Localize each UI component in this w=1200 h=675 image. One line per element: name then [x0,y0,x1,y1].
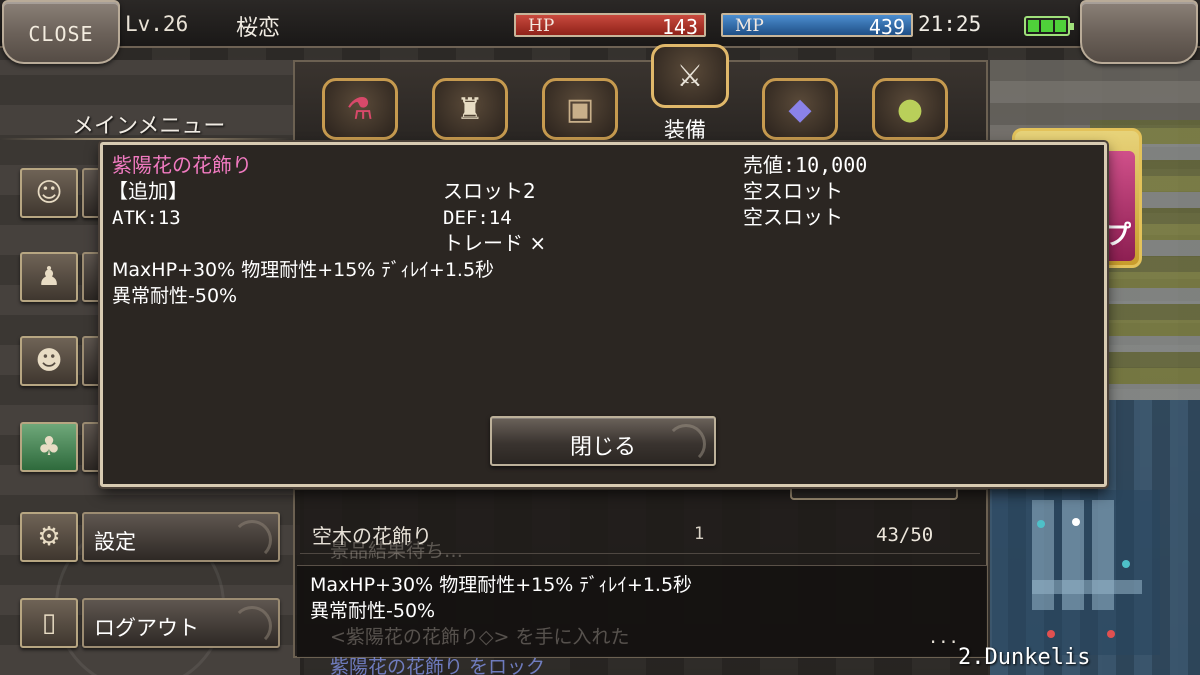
battery-full-icon [1024,16,1074,36]
potion-icon: ⚗ [346,91,374,127]
map-location-name: 2.Dunkelis [958,645,1091,670]
chat-line: 紫陽花の花飾り をロック [330,656,546,675]
settings-button[interactable]: 設定 [82,512,280,562]
item-bag-icon: ♟ [20,252,78,302]
door-icon: ▯ [20,598,78,648]
status-bar: Lv.26 桜恋 HP 143 MP 439 21:25 [0,0,1200,48]
npc-marker-icon [1037,520,1045,528]
chat-line: <紫陽花の花飾り◇> を手に入れた [330,626,630,648]
menu-divider [0,138,290,140]
item-effects-2: 異常耐性-50% [112,285,238,307]
character-icon: ☺ [20,168,78,218]
tab-chest[interactable]: ▣ [542,78,618,140]
menu-item-logout[interactable]: ▯ ログアウト [20,598,282,648]
hp-bar: HP 143 [514,13,706,39]
event-badge-text: プ [1104,221,1131,251]
minimap[interactable] [992,490,1160,655]
hidden-button[interactable] [790,486,958,500]
enemy-marker-icon [1047,630,1055,638]
orb-icon: ● [896,91,924,127]
tab-potion[interactable]: ⚗ [322,78,398,140]
player-level: Lv.26 [125,12,189,36]
atk-stat: ATK:13 [112,207,181,229]
tab-pouch[interactable]: ♜ [432,78,508,140]
tab-orb[interactable]: ● [872,78,948,140]
enemy-marker-icon [1107,630,1115,638]
more-indicator[interactable]: ... [928,628,959,648]
sword-icon: ⚔ [676,58,704,94]
party-icon: ☻ [20,336,78,386]
main-menu-title: メインメニュー [72,114,226,139]
added-label: 【追加】 [108,179,188,203]
hp-label: HP [528,16,555,36]
settings-label: 設定 [94,530,136,554]
trade-status: トレード × [443,231,547,255]
item-effects: MaxHP+30% 物理耐性+15% ﾃﾞｨﾚｲ+1.5秒 [112,259,495,281]
tab-equipment[interactable]: ⚔ [651,44,729,108]
close-dialog-label: 閉じる [569,435,636,460]
close-button[interactable]: CLOSE [2,0,120,64]
logout-label: ログアウト [94,616,199,640]
tab-crystal[interactable]: ◆ [762,78,838,140]
item-detail-effects-2: 異常耐性-50% [310,600,436,622]
settings-icon: ⚙ [20,512,78,562]
player-marker-icon [1072,518,1080,526]
hp-value: 143 [661,15,698,39]
pouch-icon: ♜ [456,91,484,127]
crystal-icon: ◆ [788,91,812,127]
map-corridor [1032,580,1142,594]
corner-button-right[interactable] [1080,0,1198,64]
sell-price: 売値:10,000 [743,153,868,177]
menu-item-settings[interactable]: ⚙ 設定 [20,512,282,562]
mp-bar: MP 439 [721,13,913,39]
close-button-label: CLOSE [28,22,94,46]
mp-label: MP [735,16,764,36]
island-icon: ♣ [20,422,78,472]
def-stat: DEF:14 [443,207,512,229]
logout-button[interactable]: ログアウト [82,598,280,648]
chat-line: 景品結果待ち… [330,540,464,562]
mp-value: 439 [868,15,905,39]
inventory-capacity: 43/50 [876,524,934,546]
npc-marker-icon [1122,560,1130,568]
clock: 21:25 [918,12,982,36]
item-detail-effects: MaxHP+30% 物理耐性+15% ﾃﾞｨﾚｲ+1.5秒 [310,574,693,596]
slot-count: スロット2 [443,179,536,203]
list-item-qty: 1 [694,524,705,544]
item-name: 紫陽花の花飾り [112,153,252,177]
chest-icon: ▣ [565,91,595,127]
empty-slot: 空スロット [743,205,843,229]
tab-equipment-label: 装備 [664,118,706,142]
empty-slot: 空スロット [743,179,843,203]
close-dialog-button[interactable]: 閉じる [490,416,716,466]
player-name: 桜恋 [236,16,281,41]
